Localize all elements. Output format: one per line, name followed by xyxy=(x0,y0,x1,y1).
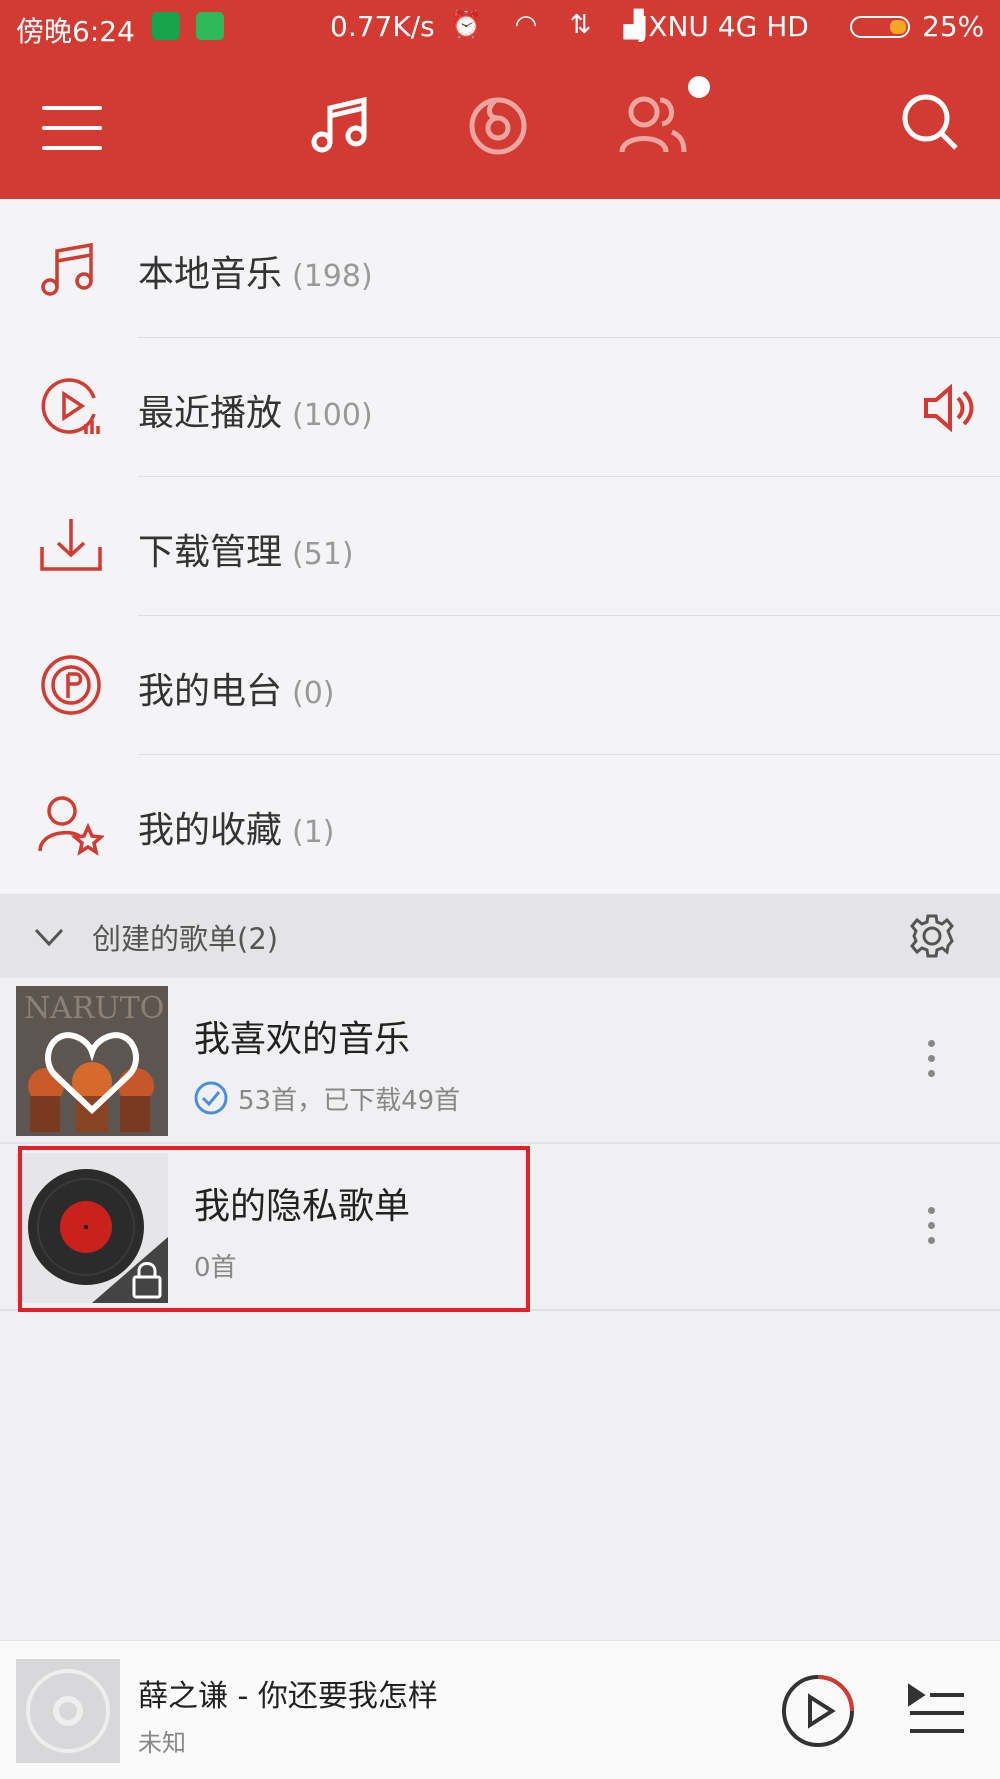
menu-label: 我的电台 xyxy=(138,671,283,712)
app-header xyxy=(0,54,1000,199)
menu-label: 本地音乐 xyxy=(138,254,283,295)
search-icon[interactable] xyxy=(900,92,960,156)
mini-player[interactable]: 薛之谦 - 你还要我怎样 未知 xyxy=(0,1640,1000,1779)
menu-count: (1) xyxy=(292,815,335,850)
menu-label: 我的收藏 xyxy=(138,810,283,851)
now-playing-cover xyxy=(16,1659,120,1763)
status-time: 傍晚6:24 xyxy=(16,15,135,48)
playlist-queue-icon[interactable] xyxy=(906,1681,966,1745)
tab-music-icon[interactable] xyxy=(308,92,372,160)
chevron-down-icon[interactable] xyxy=(32,920,66,958)
menu-count: (51) xyxy=(292,537,354,572)
my-music-menu: 本地音乐 (198) 最近播放 (100) 下载管理 (51) 我的电台 (0)… xyxy=(0,199,1000,894)
menu-item-radio[interactable]: 我的电台 (0) xyxy=(0,616,1000,755)
notification-dot xyxy=(688,76,710,98)
menu-label: 最近播放 xyxy=(138,393,283,434)
highlight-annotation-box xyxy=(18,1146,530,1312)
gear-icon[interactable] xyxy=(908,912,956,964)
now-playing-artist: 未知 xyxy=(138,1729,186,1757)
recent-play-icon xyxy=(38,374,104,440)
cat-app-icon xyxy=(196,12,224,40)
divider xyxy=(0,1142,1000,1144)
network-speed: 0.77K/s xyxy=(330,10,435,43)
menu-item-local-music[interactable]: 本地音乐 (198) xyxy=(0,199,1000,338)
more-options-icon[interactable] xyxy=(928,1207,936,1252)
playlist-cover: NARUTO xyxy=(16,986,168,1136)
menu-count: (0) xyxy=(292,676,335,711)
battery-percent: 25% xyxy=(922,10,985,43)
menu-item-recent-play[interactable]: 最近播放 (100) xyxy=(0,338,1000,477)
playlist-title: 我喜欢的音乐 xyxy=(194,1019,411,1060)
favorite-user-icon xyxy=(38,791,106,857)
more-options-icon[interactable] xyxy=(928,1040,936,1085)
battery-icon xyxy=(850,16,910,38)
tab-friends-icon[interactable] xyxy=(618,92,688,160)
shield-app-icon xyxy=(152,12,180,40)
now-playing-title: 薛之谦 - 你还要我怎样 xyxy=(138,1679,438,1714)
speaker-playing-icon xyxy=(922,382,974,438)
menu-count: (198) xyxy=(292,259,373,294)
download-icon xyxy=(38,513,104,579)
tab-discover-icon[interactable] xyxy=(466,92,530,160)
playlist-liked-music[interactable]: NARUTO 我喜欢的音乐 53首，已下载49首 xyxy=(0,978,1000,1144)
menu-item-favorites[interactable]: 我的收藏 (1) xyxy=(0,755,1000,894)
menu-icon[interactable] xyxy=(42,106,102,150)
status-bar: 傍晚6:24 0.77K/s ⏰ ◠ ⇅ ▟ JXNU 4G HD 25% xyxy=(0,0,1000,54)
section-label: 创建的歌单(2) xyxy=(92,922,279,956)
play-button[interactable] xyxy=(780,1673,856,1753)
menu-item-downloads[interactable]: 下载管理 (51) xyxy=(0,477,1000,616)
radio-icon xyxy=(38,652,104,718)
network-label: JXNU 4G HD xyxy=(640,10,809,43)
downloaded-check-icon xyxy=(194,1081,228,1122)
music-note-icon xyxy=(38,235,104,301)
status-icons: ⏰ ◠ ⇅ ▟ xyxy=(450,10,656,40)
cover-text: NARUTO xyxy=(24,991,164,1026)
menu-count: (100) xyxy=(292,398,373,433)
created-playlists-header[interactable]: 创建的歌单(2) xyxy=(0,894,1000,978)
playlist-subtitle: 53首，已下载49首 xyxy=(238,1086,461,1116)
menu-label: 下载管理 xyxy=(138,532,283,573)
